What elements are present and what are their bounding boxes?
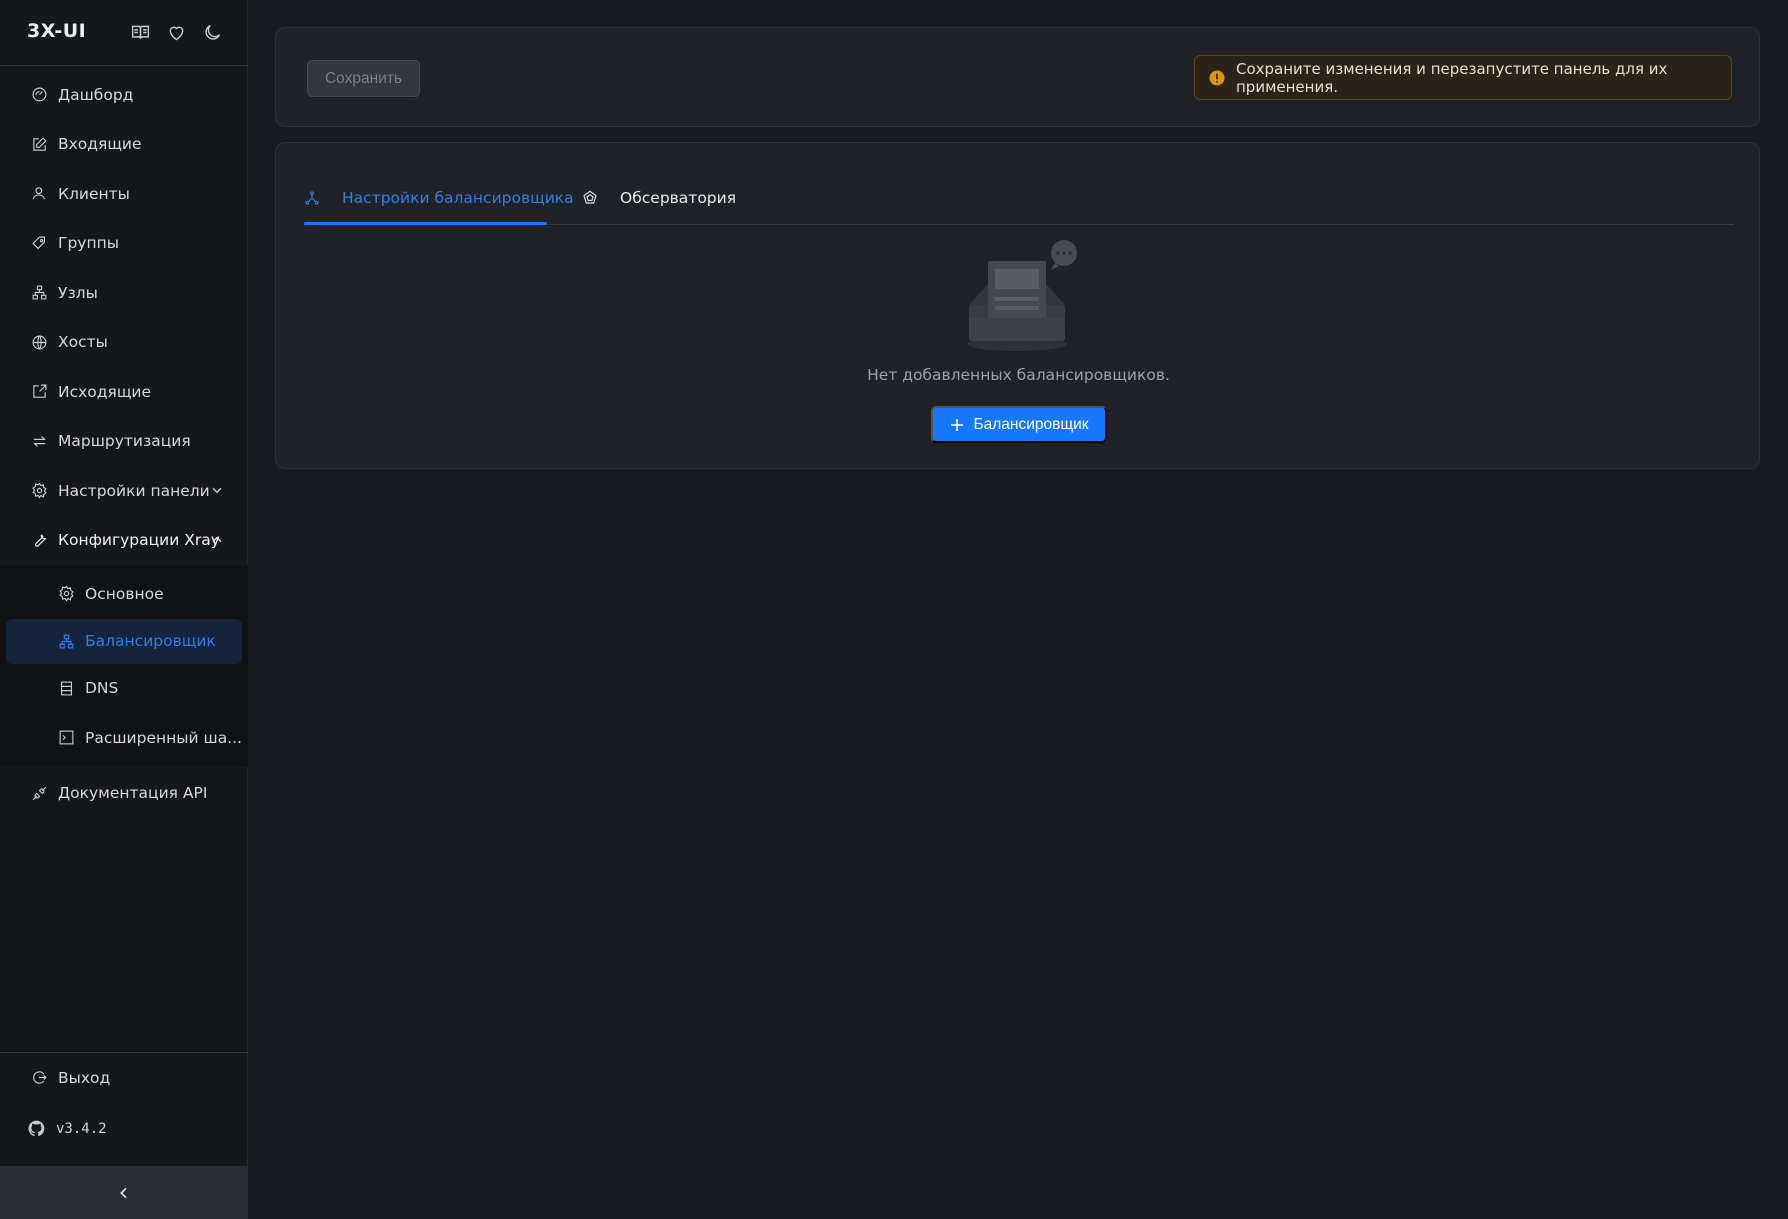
- cluster-icon: [304, 190, 320, 206]
- sidebar-nav: Дашборд Входящие Клиенты Группы Узлы Хос…: [0, 70, 248, 818]
- toolbar-card: Сохранить Сохраните изменения и перезапу…: [275, 27, 1760, 127]
- database-icon: [58, 680, 75, 697]
- sidebar-item-logout[interactable]: Выход: [0, 1053, 248, 1103]
- sidebar-item-label: Исходящие: [58, 382, 152, 401]
- sidebar-item-label: Основное: [85, 584, 164, 603]
- swap-icon: [31, 433, 48, 450]
- chevron-down-icon: [212, 487, 222, 494]
- code-icon: [58, 729, 75, 746]
- github-icon: [27, 1119, 46, 1138]
- plus-icon: [949, 417, 965, 433]
- sidebar-item-inbounds[interactable]: Входящие: [0, 120, 248, 170]
- edit-box-icon: [31, 136, 48, 153]
- tag-icon: [31, 235, 48, 252]
- empty-inbox-icon: [967, 240, 1077, 351]
- sidebar-item-label: Настройки панели: [58, 481, 210, 500]
- sidebar-item-clients[interactable]: Клиенты: [0, 169, 248, 219]
- sidebar-item-outbounds[interactable]: Исходящие: [0, 367, 248, 417]
- sidebar-item-label: Документация API: [58, 784, 208, 803]
- sidebar-item-label: Конфигурации Xray: [58, 531, 220, 550]
- gear-icon: [58, 585, 75, 602]
- version-text: v3.4.2: [56, 1120, 107, 1137]
- gear-icon: [31, 482, 48, 499]
- export-icon: [31, 383, 48, 400]
- logout-icon: [31, 1069, 48, 1086]
- sidebar-item-xray-config[interactable]: Конфигурации Xray: [0, 516, 248, 566]
- sidebar-item-label: Балансировщик: [85, 632, 216, 650]
- sidebar-item-label: Хосты: [58, 333, 108, 352]
- book-icon[interactable]: [130, 22, 151, 43]
- sidebar-item-label: Дашборд: [58, 85, 134, 104]
- sidebar-subitem-advanced[interactable]: Расширенный ша...: [0, 713, 248, 763]
- dashboard-icon: [31, 86, 48, 103]
- sidebar-item-label: Выход: [58, 1068, 111, 1087]
- cluster-icon: [31, 284, 48, 301]
- sidebar-footer: Выход v3.4.2: [0, 1052, 248, 1155]
- active-tab-indicator: [304, 222, 547, 225]
- warning-icon: [1209, 70, 1225, 86]
- tab-bar: Настройки балансировщика Обсерватория: [304, 171, 1734, 225]
- tab-label: Обсерватория: [620, 189, 737, 207]
- empty-state-text: Нет добавленных балансировщиков.: [867, 366, 1170, 384]
- brand-header: 3X-UI: [0, 0, 248, 66]
- globe-icon: [31, 334, 48, 351]
- brand-actions: [130, 22, 223, 43]
- sidebar-item-label: Узлы: [58, 283, 98, 302]
- chevron-up-icon: [212, 536, 222, 542]
- sidebar-item-api-docs[interactable]: Документация API: [0, 769, 248, 819]
- sidebar-item-label: Клиенты: [58, 184, 130, 203]
- alert-text: Сохраните изменения и перезапустите пане…: [1236, 59, 1668, 96]
- balancer-card: Настройки балансировщика Обсерватория Не…: [275, 142, 1760, 469]
- sidebar-item-hosts[interactable]: Хосты: [0, 318, 248, 368]
- sidebar-item-label: Маршрутизация: [58, 432, 191, 451]
- sidebar-item-nodes[interactable]: Узлы: [0, 268, 248, 318]
- api-icon: [31, 785, 48, 802]
- brand-title: 3X-UI: [27, 20, 87, 42]
- chevron-left-icon: [120, 1187, 127, 1198]
- sidebar-collapse-button[interactable]: [0, 1166, 248, 1219]
- sidebar-subitem-dns[interactable]: DNS: [0, 664, 248, 714]
- save-button[interactable]: Сохранить: [307, 60, 420, 97]
- tab-observatory[interactable]: Обсерватория: [582, 171, 736, 225]
- xray-submenu: Основное Балансировщик DNS Расширенный ш…: [0, 565, 248, 767]
- sidebar-item-label: DNS: [85, 679, 119, 698]
- sidebar-item-label: Расширенный ша...: [85, 728, 242, 747]
- sidebar-item-panel-settings[interactable]: Настройки панели: [0, 466, 248, 516]
- cluster-icon: [58, 633, 75, 650]
- heart-icon[interactable]: [166, 22, 187, 43]
- sidebar-item-dashboard[interactable]: Дашборд: [0, 70, 248, 120]
- sidebar-subitem-basics[interactable]: Основное: [0, 569, 248, 619]
- sidebar-item-label: Входящие: [58, 135, 142, 154]
- user-icon: [31, 185, 48, 202]
- sidebar-item-label: Группы: [58, 234, 119, 253]
- app-root: 3X-UI Дашборд Входящие Клиенты Группы Уз…: [0, 0, 1788, 1219]
- add-balancer-label: Балансировщик: [973, 415, 1089, 433]
- moon-icon[interactable]: [202, 22, 223, 43]
- sidebar-item-routing[interactable]: Маршрутизация: [0, 417, 248, 467]
- tab-label: Настройки балансировщика: [342, 189, 574, 207]
- radar-icon: [582, 190, 598, 206]
- add-balancer-button[interactable]: Балансировщик: [931, 406, 1107, 443]
- tab-balancer-settings[interactable]: Настройки балансировщика: [304, 171, 574, 225]
- sidebar: 3X-UI Дашборд Входящие Клиенты Группы Уз…: [0, 0, 248, 1219]
- sidebar-item-groups[interactable]: Группы: [0, 219, 248, 269]
- version-link[interactable]: v3.4.2: [0, 1103, 248, 1155]
- sidebar-subitem-balancer[interactable]: Балансировщик: [6, 618, 242, 664]
- restart-warning-alert: Сохраните изменения и перезапустите пане…: [1194, 55, 1732, 100]
- wrench-icon: [31, 532, 48, 549]
